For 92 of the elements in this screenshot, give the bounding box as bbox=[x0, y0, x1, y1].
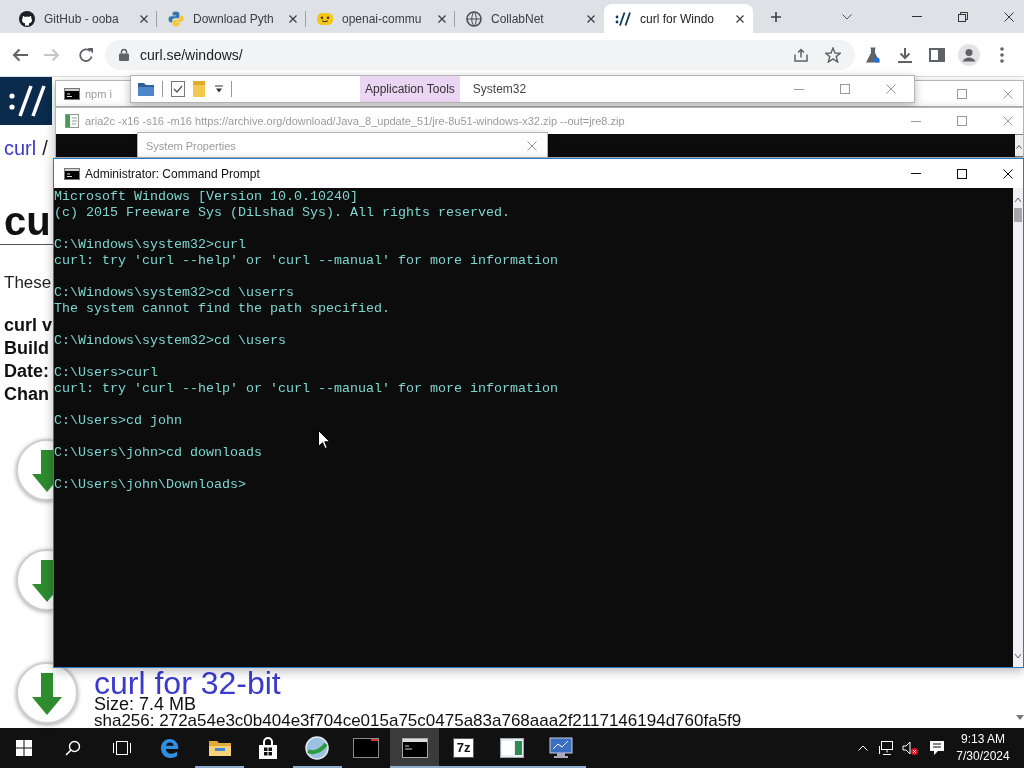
back-icon[interactable] bbox=[12, 47, 28, 62]
avatar-icon[interactable] bbox=[958, 43, 980, 66]
document-window-icon bbox=[500, 738, 525, 758]
close-icon[interactable] bbox=[140, 14, 148, 23]
windows-logo-icon[interactable] bbox=[16, 740, 33, 756]
smiley-icon bbox=[317, 10, 333, 27]
console-line: C:\Users\john\Downloads> bbox=[54, 477, 247, 493]
globe-icon bbox=[466, 10, 482, 27]
browser-tab[interactable]: Download Pyth bbox=[157, 4, 306, 33]
dropdown-caret-icon[interactable] bbox=[215, 85, 223, 93]
detail-label: Build bbox=[4, 337, 50, 360]
slashes-logo-icon[interactable] bbox=[0, 77, 52, 125]
share-icon[interactable] bbox=[794, 47, 808, 62]
side-panel-icon[interactable] bbox=[929, 47, 945, 62]
console-line: Microsoft Windows [Version 10.0.10240] bbox=[54, 189, 359, 205]
minimize-icon[interactable] bbox=[911, 120, 921, 122]
console-line: C:\Users\john>cd downloads bbox=[54, 445, 263, 461]
menu-icon[interactable] bbox=[1000, 46, 1004, 63]
taskbar-button[interactable] bbox=[390, 728, 440, 768]
console-icon bbox=[64, 167, 80, 180]
restore-icon[interactable] bbox=[958, 11, 968, 22]
window-title: System Properties bbox=[146, 139, 236, 152]
browser-tab[interactable]: openai-commu bbox=[306, 4, 455, 33]
scroll-down-icon[interactable] bbox=[1016, 715, 1024, 720]
close-icon[interactable] bbox=[1004, 11, 1014, 22]
close-icon[interactable] bbox=[289, 14, 297, 23]
console-line: C:\Windows\system32>cd \userrs bbox=[54, 285, 295, 301]
network-icon[interactable] bbox=[878, 740, 894, 756]
address-bar[interactable]: curl.se/windows/ bbox=[105, 39, 855, 70]
console-line: (c) 2015 Freeware Sys (DiLshad Sys). All rights reserved. bbox=[54, 205, 511, 221]
snake-logo-icon bbox=[168, 10, 184, 27]
lock-icon bbox=[119, 48, 129, 61]
console-line: C:\Windows\system32>cd \users bbox=[54, 333, 287, 349]
console-icon bbox=[401, 738, 428, 758]
detail-label: Date: bbox=[4, 360, 50, 383]
cat-logo-icon bbox=[19, 10, 35, 27]
download-link[interactable]: curl for 32-bit bbox=[94, 670, 281, 696]
intro-text: These bbox=[4, 272, 52, 294]
window-title: aria2c -x16 -s16 -m16 https://archive.org/download/Java_8_update_51/jre-8u51-windows-x32.zip --out=jre8.zip bbox=[85, 115, 625, 127]
console-line: C:\Users>curl bbox=[54, 365, 159, 381]
close-icon[interactable] bbox=[587, 14, 595, 23]
window-title: Administrator: Command Prompt bbox=[85, 166, 260, 181]
app-window-icon bbox=[65, 114, 79, 128]
flask-icon[interactable] bbox=[866, 46, 880, 63]
volume-muted-icon[interactable] bbox=[902, 741, 918, 755]
maximize-icon[interactable] bbox=[957, 168, 967, 179]
browser-tab[interactable]: CollabNet bbox=[455, 4, 604, 33]
plus-icon[interactable] bbox=[771, 11, 781, 22]
reload-icon[interactable] bbox=[78, 46, 94, 63]
close-icon[interactable] bbox=[438, 14, 446, 23]
task-view-icon[interactable] bbox=[112, 740, 132, 756]
ribbon-tab[interactable]: Application Tools bbox=[360, 76, 460, 102]
browser-tab[interactable]: GitHub - ooba bbox=[8, 4, 157, 33]
console-icon bbox=[64, 87, 80, 100]
slashes-logo-icon bbox=[615, 10, 631, 27]
taskbar-button[interactable]: 7z bbox=[439, 728, 488, 768]
shopping-bag-icon bbox=[257, 737, 280, 759]
scrollbar[interactable] bbox=[1013, 188, 1023, 667]
window-title: System32 bbox=[472, 82, 527, 96]
console-line: C:\Windows\system32>curl bbox=[54, 237, 247, 253]
console-line: The system cannot find the path specified. bbox=[54, 301, 391, 317]
folder-icon[interactable] bbox=[138, 82, 154, 96]
window-title: npm i bbox=[85, 87, 112, 100]
page-heading: cu bbox=[4, 198, 51, 244]
globe-icon bbox=[305, 736, 330, 760]
window-icon bbox=[352, 738, 379, 758]
chevron-up-icon[interactable] bbox=[858, 745, 868, 751]
breadcrumb-link[interactable]: curl bbox=[4, 137, 37, 159]
clock-time: 9:13 AM bbox=[961, 731, 1005, 748]
folder-icon bbox=[207, 738, 232, 758]
minimize-icon[interactable] bbox=[794, 88, 804, 90]
close-icon[interactable] bbox=[736, 14, 744, 23]
console-line: C:\Users>cd john bbox=[54, 413, 183, 429]
scrollbar[interactable] bbox=[1015, 134, 1023, 157]
download-icon[interactable] bbox=[897, 46, 913, 63]
console-line: curl: try 'curl --help' or 'curl --manual' for more information bbox=[54, 381, 559, 397]
file-size: Size: 7.4 MB bbox=[94, 696, 197, 713]
detail-label: curl v bbox=[4, 314, 53, 337]
star-icon[interactable] bbox=[825, 46, 841, 63]
monitor-icon bbox=[549, 737, 574, 759]
breadcrumb-separator: / bbox=[42, 137, 48, 159]
notification-icon[interactable] bbox=[929, 740, 945, 756]
browser-tab[interactable]: curl for Windo bbox=[604, 4, 753, 33]
chevron-down-icon[interactable] bbox=[841, 13, 852, 20]
mouse-pointer-icon bbox=[318, 430, 331, 449]
clock-date: 7/30/2024 bbox=[956, 748, 1010, 765]
detail-label: Chan bbox=[4, 383, 50, 406]
console-line: curl: try 'curl --help' or 'curl --manual' for more information bbox=[54, 253, 559, 269]
search-icon[interactable] bbox=[65, 740, 82, 756]
checksum-text: sha256: 272a54e3c0b404e3f704ce015a75c0475a83a768aaa2f2117146194d760fa5f9 bbox=[94, 713, 742, 728]
checklist-icon[interactable] bbox=[171, 81, 185, 97]
close-icon[interactable] bbox=[1003, 168, 1013, 179]
